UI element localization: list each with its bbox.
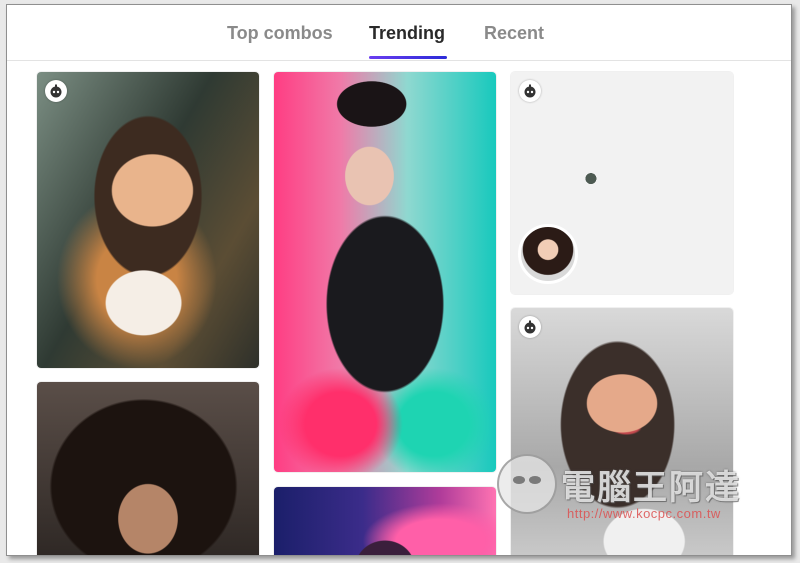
tab-bar: Top combos Trending Recent xyxy=(7,5,791,61)
tab-trending[interactable]: Trending xyxy=(369,23,445,44)
combo-face-icon xyxy=(519,80,541,102)
combo-face-icon xyxy=(519,316,541,338)
gallery-card-neon-portrait[interactable] xyxy=(274,72,496,472)
app-window: Top combos Trending Recent 電腦王阿達 http://… xyxy=(6,4,792,556)
gallery-card-sketch-portrait[interactable] xyxy=(511,308,733,555)
tab-recent[interactable]: Recent xyxy=(484,23,544,44)
combo-face-icon xyxy=(45,80,67,102)
source-photo-thumbnail xyxy=(518,224,578,284)
gallery-card-cartoon-face[interactable] xyxy=(511,72,733,294)
gallery-card-painted-portrait[interactable] xyxy=(37,72,259,368)
gallery-card-curly-portrait[interactable] xyxy=(37,382,259,555)
tab-top-combos[interactable]: Top combos xyxy=(227,23,333,44)
active-tab-indicator xyxy=(369,56,447,59)
gallery-card-colorful-portrait[interactable] xyxy=(274,487,496,555)
